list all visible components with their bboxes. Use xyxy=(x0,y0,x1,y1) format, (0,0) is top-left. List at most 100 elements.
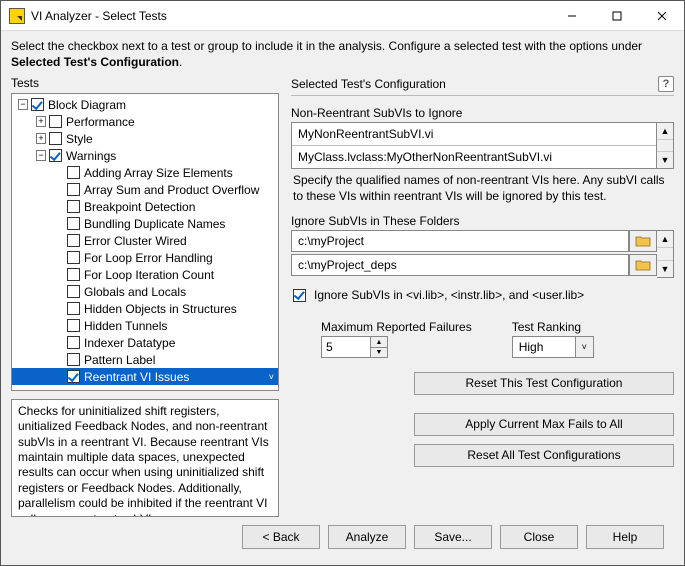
collapse-icon[interactable]: − xyxy=(18,99,28,110)
help-icon[interactable]: ? xyxy=(658,76,674,92)
apply-max-button[interactable]: Apply Current Max Fails to All xyxy=(414,413,674,436)
tree-item[interactable]: Indexer Datatype xyxy=(12,334,278,351)
tree-item[interactable]: − Warnings xyxy=(12,147,278,164)
tree-item-label: Hidden Tunnels xyxy=(84,319,167,333)
folder-path[interactable]: c:\myProject_deps xyxy=(291,254,629,276)
reset-this-button[interactable]: Reset This Test Configuration xyxy=(414,372,674,395)
scroll-down-icon[interactable]: ▼ xyxy=(657,151,673,168)
chevron-down-icon[interactable]: ˅ xyxy=(576,336,594,358)
tree-item[interactable]: Breakpoint Detection xyxy=(12,198,278,215)
maximize-button[interactable] xyxy=(594,1,639,30)
tree-item-label: Block Diagram xyxy=(48,98,126,112)
tests-tree[interactable]: −Block Diagram+Performance+Style−Warning… xyxy=(11,93,279,391)
tree-checkbox[interactable] xyxy=(67,200,80,213)
tree-checkbox[interactable] xyxy=(31,98,44,111)
list-scrollbar[interactable]: ▲ ▼ xyxy=(657,230,674,278)
tree-checkbox[interactable] xyxy=(67,336,80,349)
ignore-libs-label: Ignore SubVIs in <vi.lib>, <instr.lib>, … xyxy=(314,288,584,302)
list-item[interactable]: MyClass.lvclass:MyOtherNonReentrantSubVI… xyxy=(292,146,656,168)
save-button[interactable]: Save... xyxy=(414,525,492,549)
tree-item[interactable]: Reentrant VI Issues ˅ xyxy=(12,368,278,385)
tree-item[interactable]: − Block Diagram xyxy=(12,96,278,113)
window-title: VI Analyzer - Select Tests xyxy=(31,9,549,23)
tree-item[interactable]: + Style xyxy=(12,130,278,147)
tree-item-label: Globals and Locals xyxy=(84,285,186,299)
max-failures-spinner[interactable]: ▲ ▼ xyxy=(321,336,472,358)
collapse-icon[interactable]: − xyxy=(36,150,46,161)
scroll-down-icon[interactable]: ▼ xyxy=(657,260,673,277)
close-footer-button[interactable]: Close xyxy=(500,525,578,549)
tree-checkbox[interactable] xyxy=(67,353,80,366)
tree-item-label: Style xyxy=(66,132,93,146)
minimize-button[interactable] xyxy=(549,1,594,30)
tree-item-label: Warnings xyxy=(66,149,116,163)
ignore-libs-row[interactable]: Ignore SubVIs in <vi.lib>, <instr.lib>, … xyxy=(293,288,672,302)
tree-checkbox[interactable] xyxy=(67,268,80,281)
tree-item[interactable]: Bundling Duplicate Names xyxy=(12,215,278,232)
max-failures-input[interactable] xyxy=(321,336,371,358)
test-ranking-select[interactable]: High ˅ xyxy=(512,336,594,358)
ignore-libs-checkbox[interactable] xyxy=(293,289,306,302)
footer-buttons: < Back Analyze Save... Close Help xyxy=(11,517,674,557)
tree-item-label: Bundling Duplicate Names xyxy=(84,217,225,231)
tree-item-label: Error Cluster Wired xyxy=(84,234,187,248)
expand-icon[interactable]: + xyxy=(36,133,46,144)
tree-item[interactable]: Pattern Label xyxy=(12,351,278,368)
folder-icon xyxy=(635,259,651,271)
ignore-vis-hint: Specify the qualified names of non-reent… xyxy=(293,173,672,204)
spin-up-icon[interactable]: ▲ xyxy=(371,337,387,348)
ignore-vis-label: Non-Reentrant SubVIs to Ignore xyxy=(291,106,674,120)
tree-checkbox[interactable] xyxy=(67,302,80,315)
tree-item-label: Adding Array Size Elements xyxy=(84,166,233,180)
tree-item[interactable]: For Loop Error Handling xyxy=(12,249,278,266)
tree-checkbox[interactable] xyxy=(67,319,80,332)
tree-item[interactable]: Array Sum and Product Overflow xyxy=(12,181,278,198)
expand-icon[interactable]: + xyxy=(36,116,46,127)
chevron-down-icon: ˅ xyxy=(269,372,274,382)
list-scrollbar[interactable]: ▲ ▼ xyxy=(657,122,674,169)
browse-button[interactable] xyxy=(629,230,657,252)
tree-item[interactable]: Error Cluster Wired xyxy=(12,232,278,249)
scroll-up-icon[interactable]: ▲ xyxy=(657,231,673,248)
scroll-up-icon[interactable]: ▲ xyxy=(657,123,673,140)
tree-item[interactable]: Hidden Tunnels xyxy=(12,317,278,334)
folder-path[interactable]: c:\myProject xyxy=(291,230,629,252)
tree-checkbox[interactable] xyxy=(49,132,62,145)
tree-item[interactable]: Adding Array Size Elements xyxy=(12,164,278,181)
tests-panel: Tests −Block Diagram+Performance+Style−W… xyxy=(11,76,279,517)
tree-checkbox[interactable] xyxy=(67,370,80,383)
browse-button[interactable] xyxy=(629,254,657,276)
tree-item-label: For Loop Iteration Count xyxy=(84,268,214,282)
tree-checkbox[interactable] xyxy=(49,149,62,162)
tree-checkbox[interactable] xyxy=(67,234,80,247)
intro-period: . xyxy=(179,55,182,69)
titlebar: VI Analyzer - Select Tests xyxy=(1,1,684,31)
help-button[interactable]: Help xyxy=(586,525,664,549)
tree-item-label: Reentrant VI Issues xyxy=(84,370,189,384)
tree-item[interactable]: Globals and Locals xyxy=(12,283,278,300)
reset-all-button[interactable]: Reset All Test Configurations xyxy=(414,444,674,467)
tree-item-label: Array Sum and Product Overflow xyxy=(84,183,259,197)
list-item[interactable]: MyNonReentrantSubVI.vi xyxy=(292,123,656,146)
tree-checkbox[interactable] xyxy=(67,217,80,230)
ignore-vis-list[interactable]: MyNonReentrantSubVI.vi MyClass.lvclass:M… xyxy=(291,122,674,169)
test-description: Checks for uninitialized shift registers… xyxy=(11,399,279,517)
tree-checkbox[interactable] xyxy=(67,183,80,196)
ignore-folders-list: c:\myProject c:\myProject_deps xyxy=(291,230,674,278)
tree-checkbox[interactable] xyxy=(49,115,62,128)
tree-item[interactable]: +Performance xyxy=(12,113,278,130)
back-button[interactable]: < Back xyxy=(242,525,320,549)
tree-checkbox[interactable] xyxy=(67,251,80,264)
intro-line1: Select the checkbox next to a test or gr… xyxy=(11,39,642,53)
app-icon xyxy=(9,8,25,24)
tree-item[interactable]: For Loop Iteration Count xyxy=(12,266,278,283)
analyze-button[interactable]: Analyze xyxy=(328,525,406,549)
close-button[interactable] xyxy=(639,1,684,30)
tree-checkbox[interactable] xyxy=(67,166,80,179)
tree-item-label: For Loop Error Handling xyxy=(84,251,213,265)
tree-checkbox[interactable] xyxy=(67,285,80,298)
tree-item-label: Hidden Objects in Structures xyxy=(84,302,237,316)
spin-down-icon[interactable]: ▼ xyxy=(371,348,387,358)
tree-item[interactable]: Hidden Objects in Structures xyxy=(12,300,278,317)
test-ranking-value: High xyxy=(512,336,576,358)
